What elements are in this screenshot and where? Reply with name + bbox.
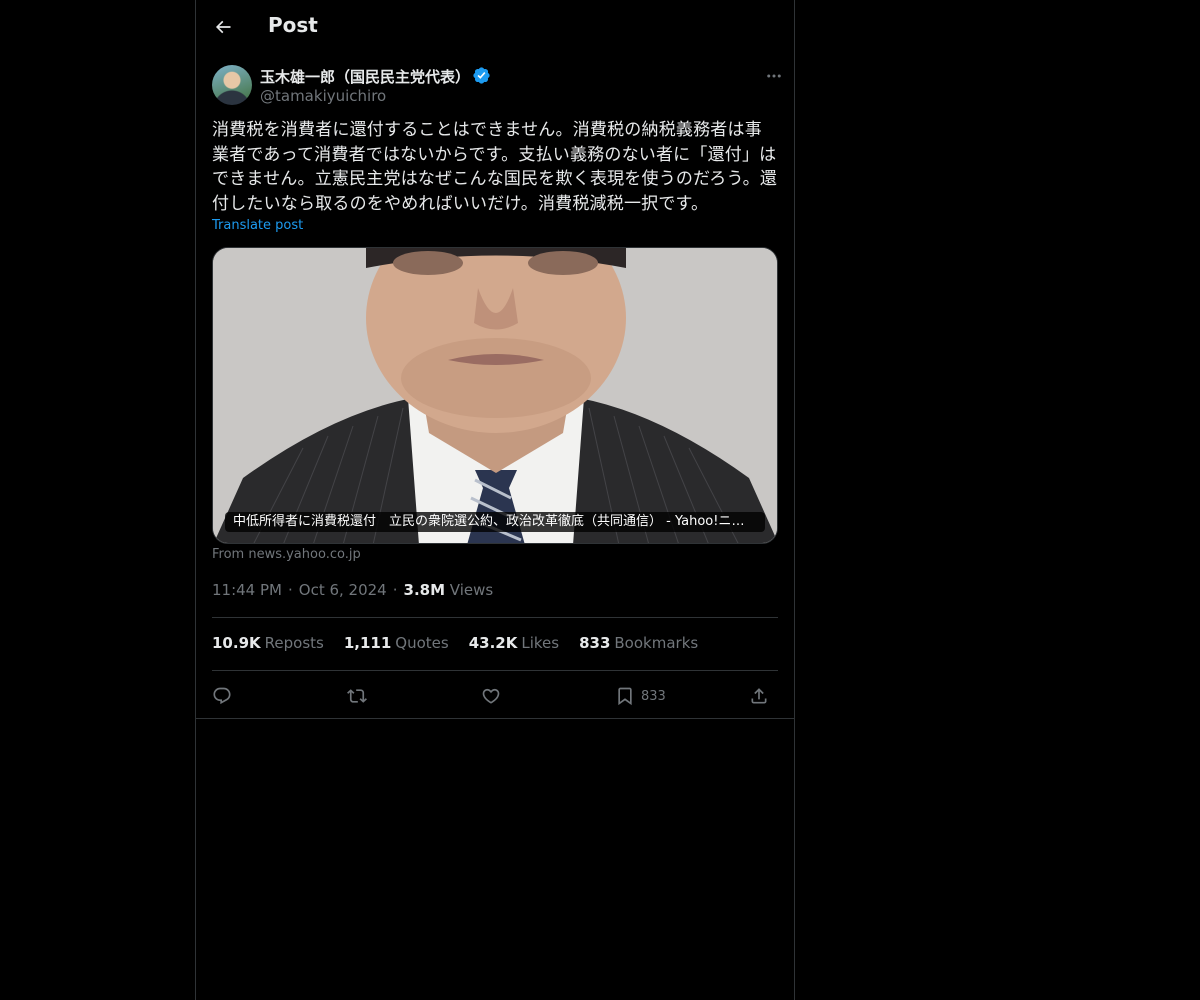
stat-label: Bookmarks <box>614 634 699 652</box>
page-title: Post <box>268 13 318 37</box>
meta-separator: · <box>287 581 293 599</box>
arrow-left-icon <box>215 20 231 34</box>
meta-separator: · <box>392 581 398 599</box>
back-button[interactable] <box>206 10 240 44</box>
repost-icon <box>347 689 367 703</box>
bookmark-count: 833 <box>641 688 666 704</box>
post-text: 消費税を消費者に還付することはできません。消費税の納税義務者は事業者であって消費… <box>212 120 778 214</box>
stat-label: Likes <box>521 634 560 652</box>
avatar[interactable] <box>212 65 252 105</box>
bookmark-icon <box>618 687 632 706</box>
author-name[interactable]: 玉木雄一郎（国民民主党代表） <box>260 66 470 87</box>
post-stats: 10.9K Reposts 1,111 Quotes 43.2K Likes 833 B… <box>212 634 698 652</box>
post-meta: 11:44 PM · Oct 6, 2024 · 3.8M Views <box>212 581 493 599</box>
card-source[interactable]: From news.yahoo.co.jp <box>212 547 361 562</box>
like-button[interactable] <box>481 682 501 710</box>
stat-count: 10.9K <box>212 634 261 652</box>
views-label: Views <box>449 581 494 599</box>
post-detail-column: Post 玉木雄一郎（国民民主党代表） @tamakiyuichiro 消費税を… <box>195 0 795 1000</box>
link-card[interactable]: 中低所得者に消費税還付 立民の衆院選公約、政治改革徹底（共同通信） - Yaho… <box>212 247 778 544</box>
divider <box>212 670 778 671</box>
post-author: 玉木雄一郎（国民民主党代表） @tamakiyuichiro <box>212 64 781 108</box>
bookmark-button[interactable]: 833 <box>615 682 666 710</box>
reply-icon <box>213 687 231 705</box>
stat-count: 1,111 <box>343 634 392 652</box>
more-horizontal-icon <box>767 74 781 78</box>
heart-icon <box>482 688 500 704</box>
stat-label: Quotes <box>395 634 449 652</box>
verified-badge-icon <box>473 67 490 84</box>
stat-label: Reposts <box>264 634 324 652</box>
views-count: 3.8M <box>403 581 446 599</box>
divider <box>196 718 794 719</box>
stat-count: 833 <box>579 634 611 652</box>
stat-quotes[interactable]: 1,111 Quotes <box>344 634 449 652</box>
post-date[interactable]: Oct 6, 2024 <box>299 581 387 599</box>
stat-reposts[interactable]: 10.9K Reposts <box>212 634 324 652</box>
repost-button[interactable] <box>347 682 367 710</box>
post-time[interactable]: 11:44 PM <box>212 581 282 599</box>
top-bar: Post <box>196 0 794 54</box>
author-handle[interactable]: @tamakiyuichiro <box>260 87 386 105</box>
divider <box>212 617 778 618</box>
translate-post-link[interactable]: Translate post <box>212 218 303 233</box>
action-bar: 833 <box>212 682 778 710</box>
reply-button[interactable] <box>212 682 232 710</box>
share-icon <box>751 688 767 704</box>
card-caption: 中低所得者に消費税還付 立民の衆院選公約、政治改革徹底（共同通信） - Yaho… <box>225 512 765 532</box>
share-button[interactable] <box>749 682 769 710</box>
stat-bookmarks[interactable]: 833 Bookmarks <box>579 634 698 652</box>
stat-count: 43.2K <box>468 634 518 652</box>
card-photo <box>213 248 777 543</box>
more-button[interactable] <box>757 64 791 88</box>
stat-likes[interactable]: 43.2K Likes <box>469 634 559 652</box>
